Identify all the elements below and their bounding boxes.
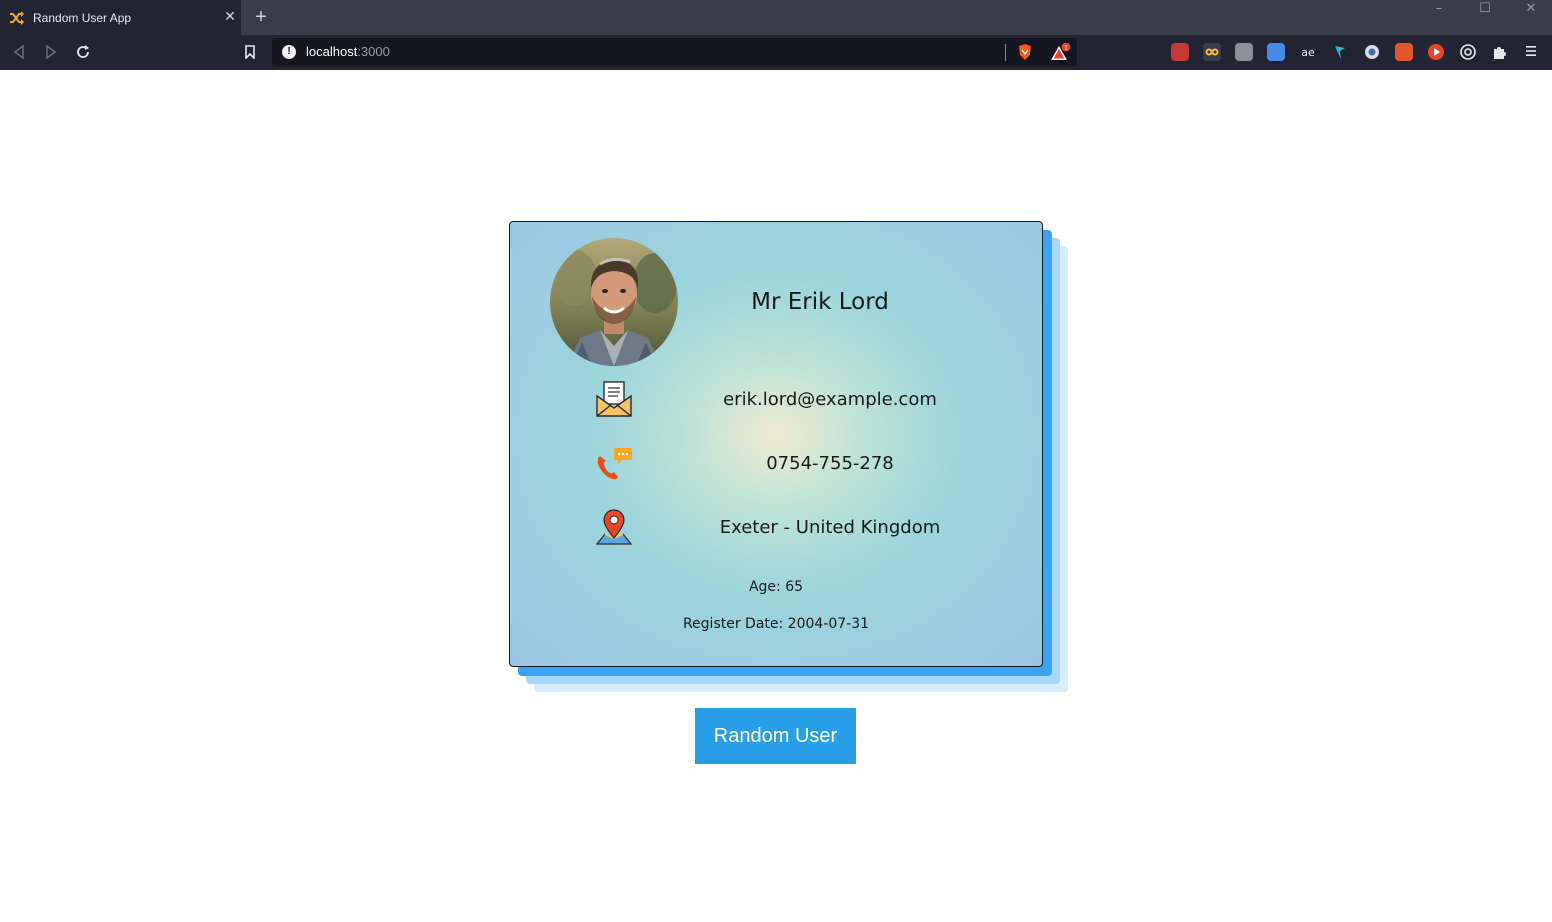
user-card: Mr Erik Lord erik.lord@example.com 0754-… [509,221,1043,667]
tab-title: Random User App [33,10,132,25]
close-window-button[interactable]: ✕ [1508,0,1552,20]
browser-tab[interactable]: Random User App ✕ [0,0,241,35]
url-host: localhost [306,44,358,59]
map-pin-icon [594,508,634,548]
site-info-icon[interactable]: ! [282,45,296,59]
tab-close-icon[interactable]: ✕ [222,9,238,25]
ext-bird-icon[interactable] [1331,43,1349,61]
browser-tab-bar: Random User App ✕ + – ☐ ✕ [0,0,1552,35]
address-bar[interactable]: ! localhost:3000 1 [272,38,1077,66]
ext-translate-icon[interactable] [1267,43,1285,61]
url-port: :3000 [357,44,390,59]
user-name: Mr Erik Lord [751,289,889,315]
brave-rewards-icon[interactable]: 1 [1050,42,1071,61]
back-icon[interactable] [9,42,29,62]
maximize-button[interactable]: ☐ [1462,0,1508,20]
user-avatar [550,238,678,366]
reload-icon[interactable] [73,42,93,62]
url-text: localhost:3000 [306,44,390,59]
ext-target-icon[interactable] [1459,43,1477,61]
random-user-button[interactable]: Random User [695,708,856,764]
envelope-icon [594,380,634,420]
user-email: erik.lord@example.com [723,389,937,410]
svg-text:ae: ae [1301,46,1315,59]
ext-play-icon[interactable] [1427,43,1445,61]
new-tab-button[interactable]: + [251,7,271,27]
forward-icon[interactable] [41,42,61,62]
phone-icon [594,444,634,484]
url-divider [1005,44,1006,61]
ext-gray-icon[interactable] [1235,43,1253,61]
minimize-button[interactable]: – [1416,0,1462,20]
bookmark-icon[interactable] [240,42,260,62]
extensions-puzzle-icon[interactable] [1491,43,1509,61]
user-card-stack: Mr Erik Lord erik.lord@example.com 0754-… [509,221,1068,692]
user-phone: 0754-755-278 [766,453,894,474]
user-register-date: Register Date: 2004-07-31 [682,616,870,632]
ext-circle-icon[interactable] [1363,43,1381,61]
browser-menu-icon[interactable] [1524,43,1540,59]
ext-orange-icon[interactable] [1395,43,1413,61]
ext-ae-icon[interactable]: ae [1299,43,1317,61]
user-location: Exeter - United Kingdom [719,517,941,538]
ext-red-icon[interactable] [1171,43,1189,61]
shuffle-icon [9,10,25,26]
user-age: Age: 65 [748,579,804,595]
brave-shields-icon[interactable] [1016,43,1034,61]
browser-toolbar: ! localhost:3000 1 ae [0,35,1552,70]
ext-owl-icon[interactable] [1203,43,1221,61]
